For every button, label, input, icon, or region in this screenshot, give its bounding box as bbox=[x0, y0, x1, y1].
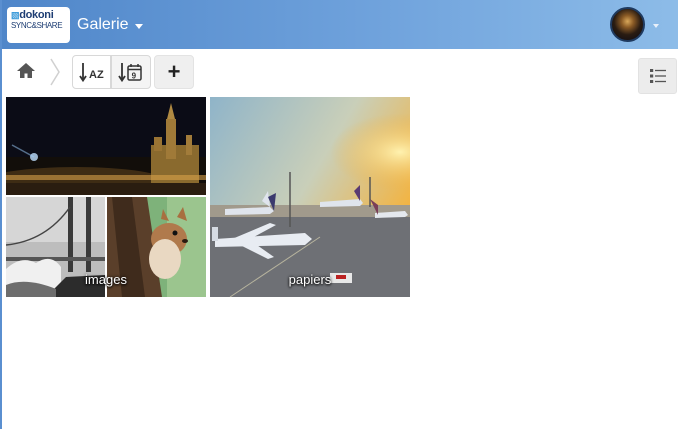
chevron-down-icon bbox=[134, 23, 143, 29]
album-label: papiers bbox=[288, 272, 332, 287]
svg-text:AZ: AZ bbox=[89, 69, 104, 81]
list-view-button[interactable] bbox=[638, 58, 677, 94]
sort-by-name-button[interactable]: AZ bbox=[72, 55, 111, 89]
album-tile-papiers[interactable]: papiers bbox=[210, 97, 410, 297]
sort-alpha-icon: AZ bbox=[78, 63, 104, 83]
svg-text:9: 9 bbox=[132, 71, 137, 80]
sort-date-icon: 9 bbox=[118, 63, 142, 83]
album-label: images bbox=[85, 272, 127, 287]
breadcrumb-separator bbox=[48, 57, 62, 87]
top-bar: ▧dokoni SYNC&SHARE Galerie bbox=[2, 0, 678, 49]
album-thumbnail-airport bbox=[210, 97, 410, 297]
app-title: Galerie bbox=[77, 16, 129, 33]
user-avatar[interactable] bbox=[610, 7, 645, 42]
sort-by-date-button[interactable]: 9 bbox=[111, 55, 151, 89]
gallery-page: ▧dokoni SYNC&SHARE Galerie AZ 9 + images… bbox=[0, 0, 678, 429]
plus-icon: + bbox=[167, 59, 181, 84]
gallery-toolbar: AZ 9 + bbox=[2, 49, 678, 95]
list-view-icon bbox=[649, 69, 666, 83]
add-button[interactable]: + bbox=[154, 55, 194, 89]
user-menu-chevron-icon[interactable] bbox=[653, 24, 659, 28]
home-icon[interactable] bbox=[16, 61, 36, 81]
dokoni-logo[interactable]: ▧dokoni SYNC&SHARE bbox=[7, 7, 70, 43]
album-thumbnail-night-city bbox=[6, 97, 206, 195]
app-switcher[interactable]: Galerie bbox=[77, 16, 143, 34]
album-tile-images[interactable]: images bbox=[6, 97, 206, 297]
